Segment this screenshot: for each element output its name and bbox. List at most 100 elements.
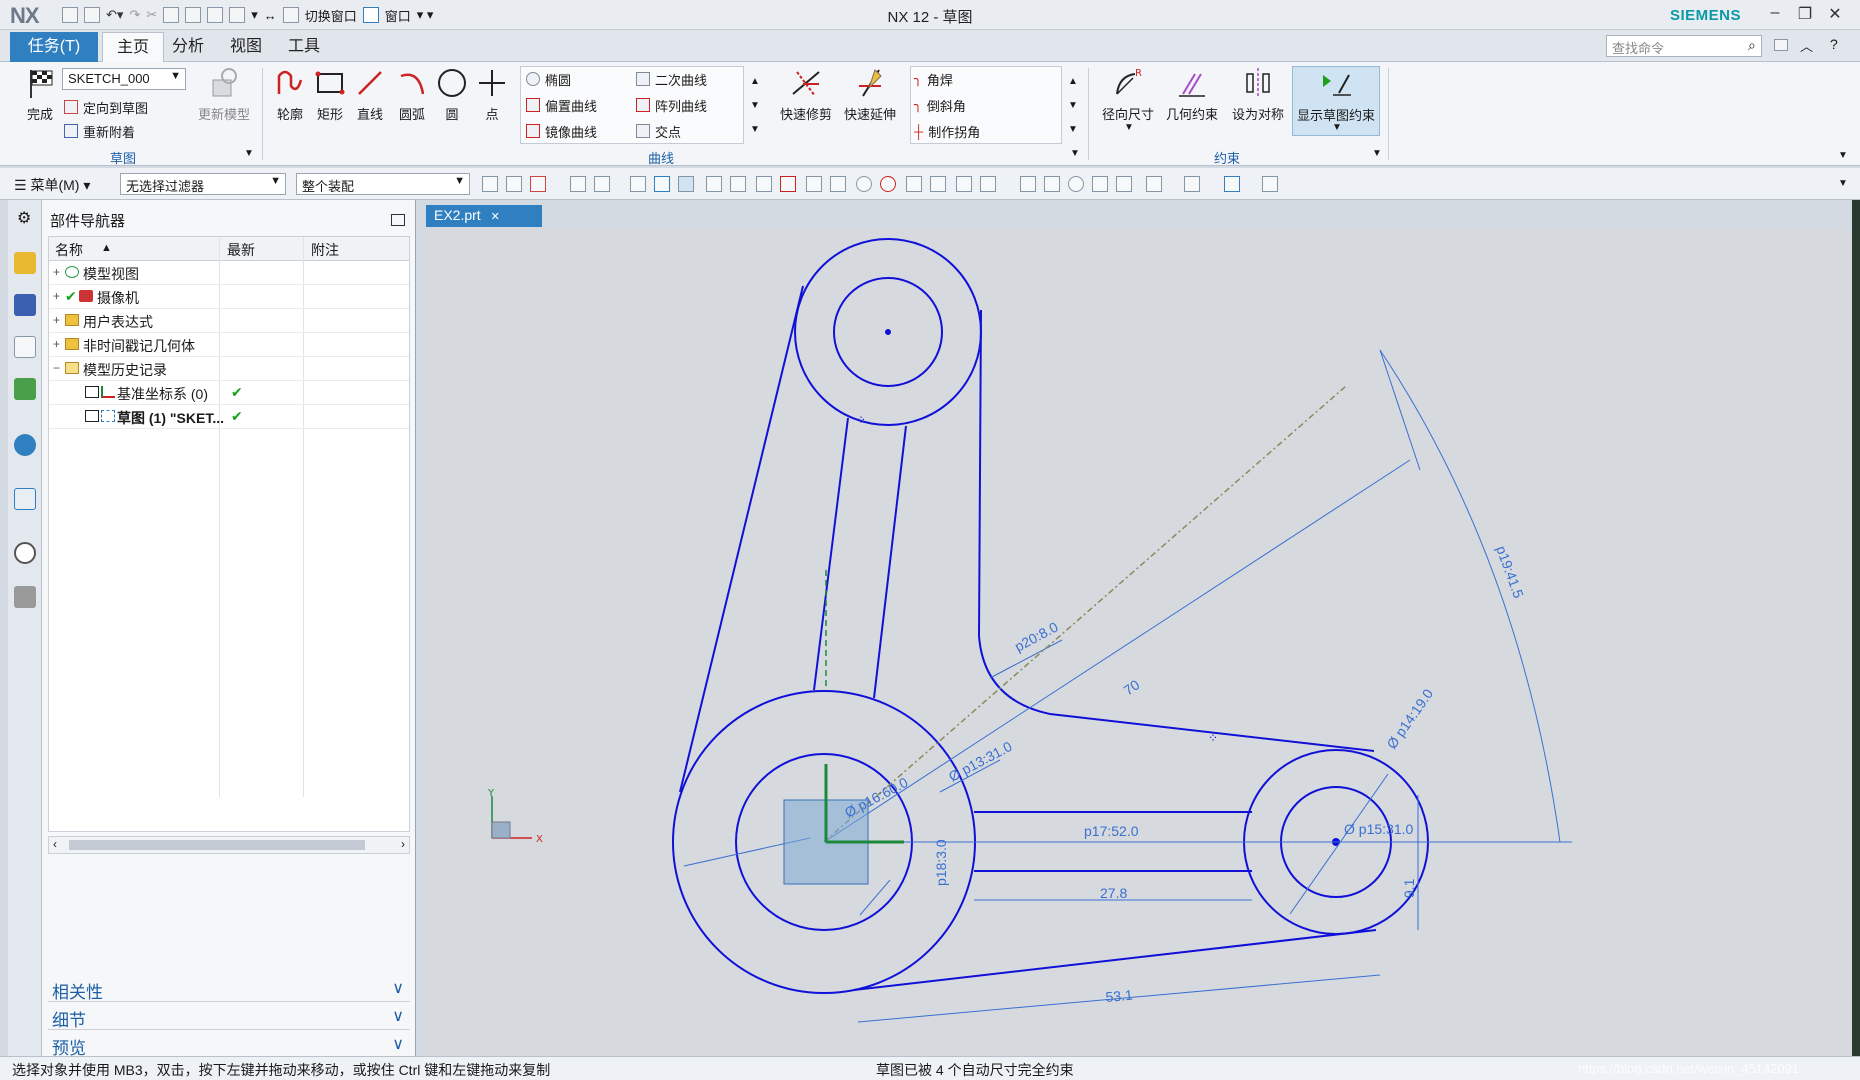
endpoint-icon[interactable] (706, 176, 722, 192)
filter-icon[interactable] (482, 176, 498, 192)
orient-to-sketch-button[interactable]: 定向到草图 (64, 96, 148, 118)
column-header-note[interactable]: 附注 (311, 240, 339, 260)
tree-row-model-views[interactable]: + 模型视图 (49, 261, 409, 285)
intersection-snap-icon[interactable] (780, 176, 796, 192)
history-clock-icon[interactable] (14, 542, 36, 564)
make-corner-button[interactable]: ┼ 制作拐角 (914, 120, 980, 142)
radial-dim-dropdown-icon[interactable]: ▼ (1124, 122, 1134, 133)
info-icon[interactable] (14, 434, 36, 456)
expand-icon[interactable]: + (53, 313, 63, 327)
command-search-input[interactable]: 查找命令 (1606, 35, 1762, 57)
existing-point-icon[interactable] (956, 176, 972, 192)
dim-p17[interactable]: p17:52.0 (1084, 823, 1139, 839)
tree-row-model-history[interactable]: − 模型历史记录 (49, 357, 409, 381)
tree-row-cameras[interactable]: + ✔ 摄像机 (49, 285, 409, 309)
panel-preview[interactable]: 预览 ∨ (48, 1032, 410, 1058)
point-snap-icon[interactable] (906, 176, 922, 192)
tab-analysis[interactable]: 分析 (158, 32, 218, 62)
web-browser-icon[interactable] (14, 488, 36, 510)
horizontal-scrollbar[interactable]: ‹ › (48, 836, 410, 854)
expand-icon[interactable]: + (53, 289, 63, 303)
dim-p14[interactable]: Ø p14:19.0 (1383, 686, 1436, 752)
checkbox-checked-icon[interactable] (85, 410, 99, 422)
collapse-ribbon-icon[interactable]: ︿ (1800, 36, 1813, 55)
corner-gallery-scroll[interactable]: ▲ ▼ ▼ (1068, 70, 1078, 142)
filter-icon[interactable] (506, 176, 522, 192)
chamfer-button[interactable]: ╮ 倒斜角 (914, 94, 966, 116)
view-icon[interactable] (1044, 176, 1060, 192)
ellipse-button[interactable]: 椭圆 (526, 68, 571, 90)
tab-view[interactable]: 视图 (216, 32, 276, 62)
menu-button[interactable]: ☰ 菜单(M) ▾ (14, 175, 90, 195)
snap-icon[interactable] (570, 176, 586, 192)
scrollbar-thumb[interactable] (69, 840, 365, 850)
checkbox-checked-icon[interactable] (85, 386, 99, 398)
intersection-point-button[interactable]: 交点 (636, 120, 681, 142)
dim-p20[interactable]: p20:8.0 (1012, 618, 1061, 654)
circle-button[interactable]: 圆 (430, 66, 474, 123)
dim-27-8[interactable]: 27.8 (1100, 885, 1127, 901)
tree-row-user-expressions[interactable]: + 用户表达式 (49, 309, 409, 333)
reattach-button[interactable]: 重新附着 (64, 120, 135, 142)
panel-details[interactable]: 细节 ∨ (48, 1004, 410, 1030)
collapse-icon[interactable]: − (53, 361, 63, 375)
render-icon[interactable] (1116, 176, 1132, 192)
selection-filter-select[interactable]: 无选择过滤器 ▼ (120, 173, 286, 195)
dim-p19[interactable]: p19:41.5 (1493, 544, 1527, 601)
assembly-navigator-icon[interactable] (14, 252, 36, 274)
dim-9-1[interactable]: 9.1 (1401, 878, 1417, 898)
point-button[interactable]: 点 (470, 66, 514, 123)
restore-icon[interactable]: ❐ (1792, 4, 1818, 24)
close-tab-icon[interactable]: ✕ (491, 211, 500, 223)
tree-row-datum-csys[interactable]: 基准坐标系 (0) ✔ (49, 381, 409, 405)
expand-icon[interactable]: + (53, 337, 63, 351)
close-icon[interactable]: ✕ (1822, 4, 1848, 24)
ribbon-more-icon[interactable]: ▼ (1838, 150, 1848, 161)
maximize-icon[interactable] (391, 214, 405, 226)
geometric-constraints-button[interactable]: 几何约束 (1160, 66, 1224, 123)
dim-70[interactable]: 70 (1121, 676, 1143, 698)
document-tab[interactable]: EX2.prt ✕ (426, 205, 542, 227)
toolbar-more-icon[interactable]: ▼ (1838, 178, 1848, 189)
group-expand-icon[interactable]: ▼ (244, 148, 254, 159)
radial-dimension-button[interactable]: R 径向尺寸 (1096, 66, 1160, 123)
graphics-window[interactable]: p20:8.0 Ø p13:31.0 Ø p16:60.0 p18:3.0 p1… (426, 228, 1852, 1056)
dim-p15[interactable]: Ø p15:31.0 (1344, 821, 1413, 837)
gallery-scroll[interactable]: ▲ ▼ ▼ (750, 70, 760, 142)
column-header-latest[interactable]: 最新 (227, 240, 255, 260)
dim-p13[interactable]: Ø p13:31.0 (946, 738, 1015, 785)
line-button[interactable]: 直线 (348, 66, 392, 123)
help-icon[interactable]: ? (1830, 36, 1838, 52)
conic-button[interactable]: 二次曲线 (636, 68, 707, 90)
center-icon[interactable] (856, 176, 872, 192)
ribbon-options-icon[interactable] (1774, 39, 1788, 51)
pattern-curve-button[interactable]: 阵列曲线 (636, 94, 707, 116)
search-icon[interactable]: ⌕ (1748, 37, 1756, 54)
orientation-icon[interactable] (1224, 176, 1240, 192)
scroll-right-icon[interactable]: › (401, 837, 405, 851)
center-point[interactable] (885, 329, 891, 335)
sketch-line[interactable] (813, 417, 849, 691)
view-icon[interactable] (1020, 176, 1036, 192)
pan-icon[interactable] (1092, 176, 1108, 192)
tab-home[interactable]: 主页 (102, 32, 165, 62)
profile-button[interactable]: 轮廓 (268, 66, 312, 123)
finish-sketch-button[interactable]: 完成 (14, 66, 66, 123)
select-all-icon[interactable] (530, 176, 546, 192)
curve-icon[interactable] (756, 176, 772, 192)
on-curve-icon[interactable] (930, 176, 946, 192)
roles-icon[interactable] (14, 586, 36, 608)
spline-icon[interactable] (806, 176, 822, 192)
panel-dependencies[interactable]: 相关性 ∨ (48, 976, 410, 1002)
quick-trim-button[interactable]: 快速修剪 (774, 66, 838, 123)
scroll-left-icon[interactable]: ‹ (53, 837, 57, 851)
sketch-line[interactable] (978, 309, 982, 637)
constraint-group-expand-icon[interactable]: ▼ (1372, 148, 1382, 159)
rectangle-select-icon[interactable] (594, 176, 610, 192)
rectangle-button[interactable]: 矩形 (308, 66, 352, 123)
quadrant-icon[interactable] (880, 176, 896, 192)
column-header-name[interactable]: 名称 (55, 240, 83, 260)
body-icon[interactable] (654, 176, 670, 192)
settings-icon[interactable]: ⚙ (17, 208, 31, 228)
expand-icon[interactable]: + (53, 265, 63, 279)
